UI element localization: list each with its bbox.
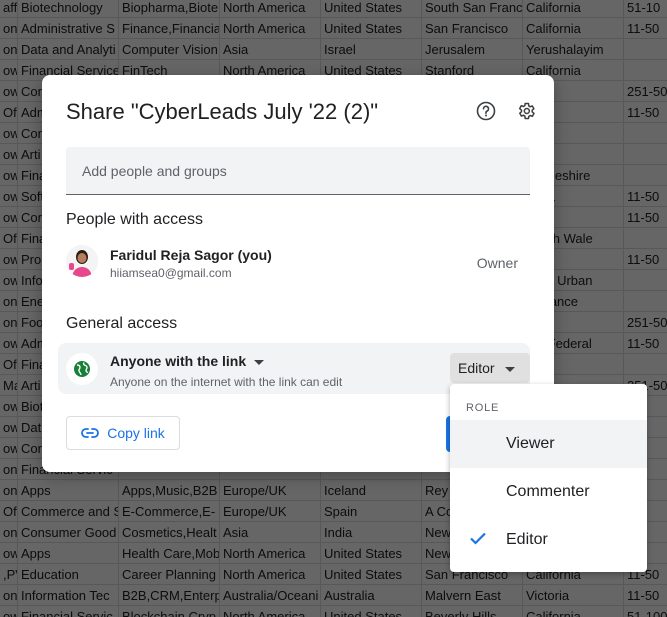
person-name: Faridul Reja Sagor (you) [110,247,272,263]
role-option-viewer[interactable]: Viewer [450,420,647,468]
copy-link-label: Copy link [107,425,165,441]
role-option-commenter[interactable]: Commenter [450,468,647,516]
general-access-heading: General access [66,315,178,332]
avatar [66,245,98,277]
settings-gear-icon[interactable] [514,99,538,123]
chevron-down-icon [254,353,265,369]
role-option-label: Viewer [506,435,555,452]
role-dropdown-label: Editor [458,360,495,376]
chevron-down-icon [504,360,515,376]
role-option-editor[interactable]: Editor [450,516,647,564]
access-scope-label: Anyone with the link [110,353,247,369]
person-role-label: Owner [476,255,518,271]
copy-link-button[interactable]: Copy link [66,416,180,450]
dialog-title: Share "CyberLeads July '22 (2)" [66,99,379,124]
link-icon [81,425,100,441]
globe-icon [66,353,98,385]
role-dropdown-button[interactable]: Editor [450,353,530,383]
person-row: Faridul Reja Sagor (you) hiiamsea0@gmail… [66,245,530,285]
access-scope-dropdown[interactable]: Anyone with the link [110,353,265,369]
help-icon[interactable] [474,99,498,123]
people-with-access-heading: People with access [66,211,203,228]
role-option-label: Editor [506,531,548,548]
access-description: Anyone on the internet with the link can… [110,375,343,389]
person-email: hiiamsea0@gmail.com [110,266,232,280]
role-menu: ROLE Viewer Commenter Editor [450,384,647,572]
role-menu-header: ROLE [466,402,500,414]
add-people-field[interactable] [66,147,530,195]
checkmark-icon [468,528,488,553]
add-people-input[interactable] [66,147,530,194]
role-option-label: Commenter [506,483,590,500]
